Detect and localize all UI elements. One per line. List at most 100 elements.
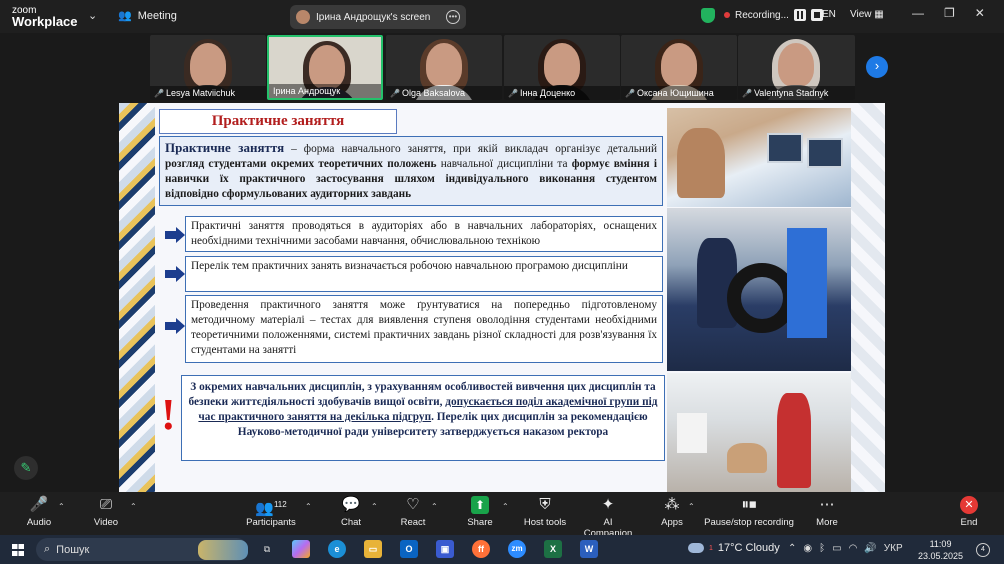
shield-check-icon[interactable] bbox=[701, 8, 715, 23]
pause-icon[interactable] bbox=[793, 9, 806, 21]
close-icon[interactable]: ✕ bbox=[975, 6, 985, 20]
participant-tile[interactable]: 🎤 Оксана Ющишина bbox=[621, 35, 737, 100]
react-label: React bbox=[400, 517, 426, 528]
definition-box: Практичне заняття – форма навчального за… bbox=[159, 136, 663, 206]
copilot-icon[interactable] bbox=[292, 540, 310, 558]
participant-name-text: Інна Доценко bbox=[519, 88, 576, 98]
save-app-icon[interactable]: ▣ bbox=[436, 540, 454, 558]
pause-stop-recording-button[interactable]: ⏸⏹ Pause/stop recording bbox=[704, 496, 794, 528]
heart-icon: ♡ bbox=[406, 496, 420, 513]
participants-button[interactable]: 👥112 Participants bbox=[246, 496, 296, 528]
participant-name-text: Lesya Matviichuk bbox=[165, 88, 235, 98]
participant-tile-active[interactable]: Ірина Андрощук bbox=[267, 35, 383, 100]
chevron-up-icon[interactable]: ⌃ bbox=[371, 502, 378, 511]
end-label: End bbox=[960, 517, 978, 528]
view-button[interactable]: View ▦ bbox=[850, 9, 884, 20]
volume-icon[interactable]: 🔊 bbox=[864, 543, 876, 554]
language-button[interactable]: EN bbox=[822, 9, 836, 20]
photo-tire-workshop bbox=[667, 208, 851, 371]
audio-button[interactable]: 🎤 Audio bbox=[24, 496, 54, 528]
task-view-icon[interactable]: ⧉ bbox=[258, 540, 276, 558]
participant-name-text: Olga Baksalova bbox=[401, 88, 466, 98]
firefox-icon[interactable]: ff bbox=[472, 540, 490, 558]
participant-name: 🎤 Інна Доценко bbox=[504, 86, 620, 100]
ai-companion-button[interactable]: ✦ AI Companion bbox=[578, 496, 638, 539]
chat-label: Chat bbox=[340, 517, 362, 528]
participant-tile[interactable]: 🎤 Valentyna Stadnyk bbox=[738, 35, 855, 100]
participants-label: Participants bbox=[246, 517, 296, 528]
maximize-icon[interactable]: ❐ bbox=[944, 6, 955, 20]
chevron-up-icon[interactable]: ⌃ bbox=[431, 502, 438, 511]
definition-term: Практичне заняття bbox=[165, 140, 285, 155]
weather-widget[interactable]: 1 17°C Cloudy bbox=[688, 542, 780, 554]
apps-button[interactable]: ⁂ Apps bbox=[658, 496, 686, 528]
mic-off-icon: 🎤 bbox=[625, 89, 635, 98]
clock-date: 23.05.2025 bbox=[918, 551, 964, 561]
share-label: Share bbox=[467, 517, 493, 528]
people-icon: 👥 bbox=[118, 10, 132, 22]
video-button[interactable]: ⎚ Video bbox=[91, 496, 121, 528]
excel-icon[interactable]: X bbox=[544, 540, 562, 558]
recording-label: Recording... bbox=[735, 9, 789, 21]
chat-icon: 💬 bbox=[341, 496, 361, 513]
bluetooth-icon[interactable]: ᛒ bbox=[819, 543, 825, 554]
end-button[interactable]: ✕ End bbox=[956, 496, 982, 528]
definition-text: – форма навчального заняття, при якій ви… bbox=[284, 143, 657, 155]
mic-off-icon: 🎤 bbox=[29, 496, 49, 513]
slide-decoration-right bbox=[851, 103, 885, 492]
participants-icon: 👥112 bbox=[255, 500, 287, 517]
participant-tile[interactable]: 🎤 Olga Baksalova bbox=[386, 35, 502, 100]
next-participants-icon[interactable]: › bbox=[866, 56, 888, 78]
note-box: З окремих навчальних дисциплін, з урахув… bbox=[181, 375, 665, 461]
minimize-icon[interactable]: — bbox=[912, 6, 924, 20]
sparkle-icon: ✦ bbox=[601, 496, 615, 513]
chevron-up-icon[interactable]: ⌃ bbox=[305, 502, 312, 511]
apps-label: Apps bbox=[661, 517, 683, 528]
close-icon: ✕ bbox=[960, 496, 978, 514]
windows-start-icon[interactable] bbox=[12, 544, 24, 556]
logo-workplace-text: Workplace bbox=[12, 14, 78, 29]
slide-decoration-left bbox=[119, 103, 155, 492]
meeting-menu[interactable]: 👥 Meeting bbox=[118, 9, 177, 23]
chevron-down-icon[interactable]: ⌄ bbox=[88, 9, 97, 22]
battery-icon[interactable]: ▭ bbox=[832, 543, 841, 554]
chevron-up-icon[interactable]: ⌃ bbox=[502, 502, 509, 511]
screen-share-indicator[interactable]: Ірина Андрощук's screen ••• bbox=[290, 5, 466, 29]
arrow-right-icon bbox=[165, 318, 185, 334]
chevron-up-icon[interactable]: ⌃ bbox=[130, 502, 137, 511]
edge-icon[interactable]: e bbox=[328, 540, 346, 558]
notification-icon[interactable]: 4 bbox=[976, 543, 990, 557]
mic-off-icon: 🎤 bbox=[742, 89, 752, 98]
wifi-icon[interactable]: ◠ bbox=[849, 543, 858, 554]
clock[interactable]: 11:09 23.05.2025 bbox=[918, 538, 963, 562]
annotate-pencil-icon[interactable]: ✎ bbox=[14, 456, 38, 480]
participant-tile[interactable]: 🎤 Інна Доценко bbox=[504, 35, 620, 100]
participant-name: Ірина Андрощук bbox=[269, 84, 381, 98]
system-tray: ⌃ ◉ ᛒ ▭ ◠ 🔊 УКР bbox=[788, 543, 903, 554]
chat-button[interactable]: 💬 Chat bbox=[336, 496, 366, 528]
video-label: Video bbox=[93, 517, 119, 528]
camera-icon[interactable]: ◉ bbox=[803, 543, 812, 554]
chevron-up-icon[interactable]: ⌃ bbox=[788, 543, 796, 554]
more-button[interactable]: ⋯ More bbox=[814, 496, 840, 528]
top-bar: zoom Workplace ⌄ 👥 Meeting Ірина Андрощу… bbox=[0, 0, 1004, 33]
weather-badge: 1 bbox=[709, 544, 713, 552]
input-language[interactable]: УКР bbox=[884, 543, 903, 554]
more-icon[interactable]: ••• bbox=[446, 10, 460, 24]
recording-indicator: Recording... bbox=[724, 9, 823, 21]
slide-title: Практичне заняття bbox=[159, 109, 397, 134]
host-tools-button[interactable]: ⛨ Host tools bbox=[522, 496, 568, 528]
share-button[interactable]: ⬆ Share bbox=[465, 496, 495, 528]
participant-tile[interactable]: 🎤 Lesya Matviichuk bbox=[150, 35, 266, 100]
photo-person bbox=[777, 393, 811, 488]
react-button[interactable]: ♡ React bbox=[398, 496, 428, 528]
audio-label: Audio bbox=[26, 517, 52, 528]
chevron-up-icon[interactable]: ⌃ bbox=[688, 502, 695, 511]
word-icon[interactable]: W bbox=[580, 540, 598, 558]
file-explorer-icon[interactable]: ▭ bbox=[364, 540, 382, 558]
zoom-app-icon[interactable]: zm bbox=[508, 540, 526, 558]
chevron-up-icon[interactable]: ⌃ bbox=[58, 502, 65, 511]
mic-off-icon: 🎤 bbox=[154, 89, 164, 98]
taskbar-search[interactable]: ⌕ Пошук bbox=[36, 538, 248, 561]
outlook-icon[interactable]: O bbox=[400, 540, 418, 558]
